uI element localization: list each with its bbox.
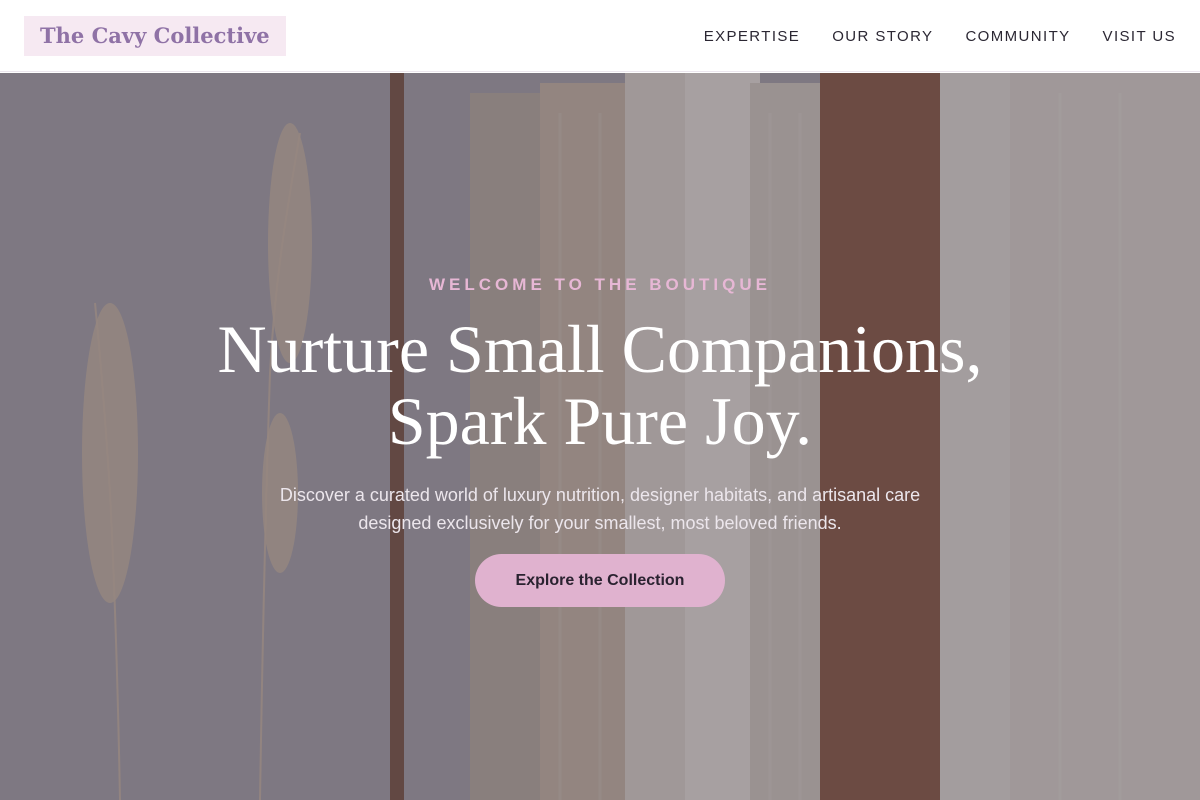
hero-headline-line-2: Spark Pure Joy. (387, 383, 813, 459)
nav-link-community[interactable]: COMMUNITY (965, 28, 1070, 45)
hero-headline-line-1: Nurture Small Companions, (217, 311, 983, 387)
explore-collection-button[interactable]: Explore the Collection (475, 554, 725, 607)
brand-logo[interactable]: The Cavy Collective (24, 16, 286, 56)
hero-section: WELCOME TO THE BOUTIQUE Nurture Small Co… (0, 73, 1200, 800)
main-nav: EXPERTISE OUR STORY COMMUNITY VISIT US (704, 0, 1176, 72)
nav-link-visit-us[interactable]: VISIT US (1103, 28, 1176, 45)
hero-eyebrow: WELCOME TO THE BOUTIQUE (429, 275, 771, 294)
hero-headline: Nurture Small Companions, Spark Pure Joy… (100, 313, 1100, 457)
hero-subtext: Discover a curated world of luxury nutri… (279, 485, 921, 533)
nav-link-expertise[interactable]: EXPERTISE (704, 28, 801, 45)
site-header: The Cavy Collective EXPERTISE OUR STORY … (0, 0, 1200, 72)
hero-content: WELCOME TO THE BOUTIQUE Nurture Small Co… (0, 73, 1200, 800)
nav-link-our-story[interactable]: OUR STORY (832, 28, 933, 45)
